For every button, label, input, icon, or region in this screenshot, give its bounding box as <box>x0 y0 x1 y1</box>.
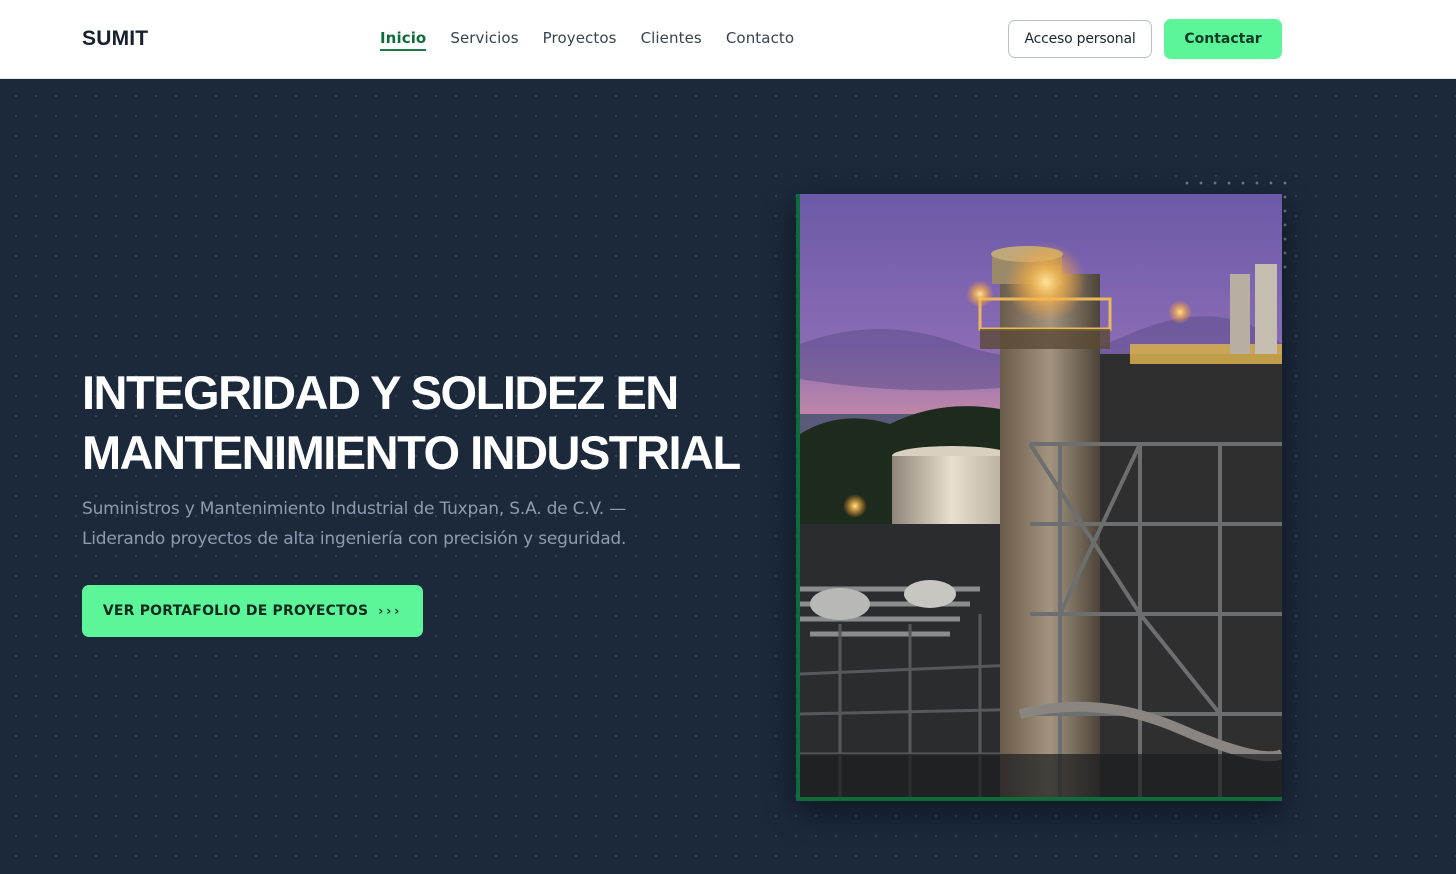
industrial-plant-photo <box>800 194 1282 797</box>
hero-subtitle-line-1: Suministros y Mantenimiento Industrial d… <box>82 499 626 519</box>
hero-title-line-2: MANTENIMIENTO INDUSTRIAL <box>82 426 741 479</box>
nav-servicios[interactable]: Servicios <box>450 29 518 51</box>
contact-button[interactable]: Contactar <box>1164 19 1282 59</box>
main-nav: Inicio Servicios Proyectos Clientes Cont… <box>380 29 794 51</box>
hero-subtitle-line-2: Liderando proyectos de alta ingeniería c… <box>82 529 627 549</box>
hero-image-frame <box>796 194 1282 801</box>
nav-contacto[interactable]: Contacto <box>726 29 794 51</box>
hero-section: INTEGRIDAD Y SOLIDEZ EN MANTENIMIENTO IN… <box>0 80 1456 874</box>
staff-login-button[interactable]: Acceso personal <box>1008 20 1152 58</box>
site-header: SUMIT Inicio Servicios Proyectos Cliente… <box>0 0 1456 79</box>
nav-proyectos[interactable]: Proyectos <box>543 29 617 51</box>
hero-title: INTEGRIDAD Y SOLIDEZ EN MANTENIMIENTO IN… <box>82 363 772 483</box>
nav-inicio[interactable]: Inicio <box>380 29 427 51</box>
portfolio-cta-label: VER PORTAFOLIO DE PROYECTOS <box>102 603 369 619</box>
portfolio-cta-button[interactable]: VER PORTAFOLIO DE PROYECTOS ››› <box>82 585 423 637</box>
hero-title-line-1: INTEGRIDAD Y SOLIDEZ EN <box>82 366 679 419</box>
brand-logo[interactable]: SUMIT <box>82 27 148 51</box>
chevrons-right-icon: ››› <box>378 604 403 618</box>
hero-subtitle: Suministros y Mantenimiento Industrial d… <box>82 494 682 554</box>
nav-clientes[interactable]: Clientes <box>641 29 702 51</box>
